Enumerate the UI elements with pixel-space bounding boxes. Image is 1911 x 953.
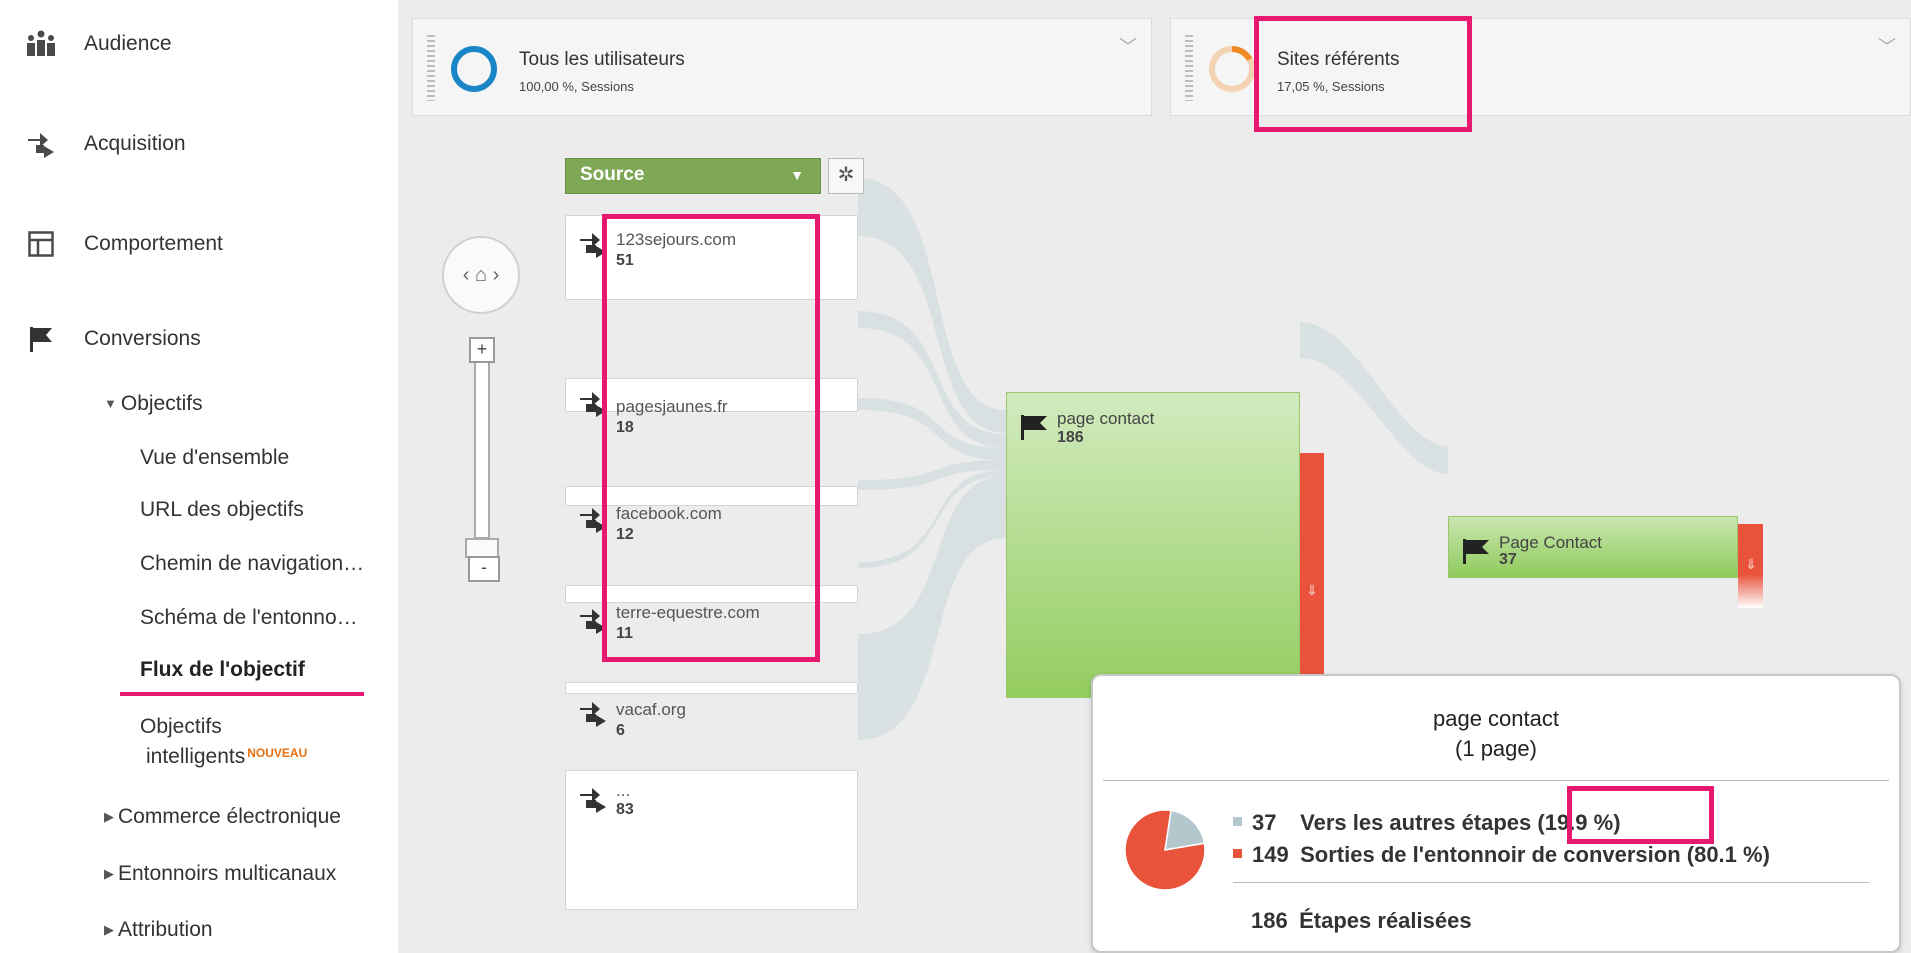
nav-entonnoirs-multicanaux[interactable]: ▶ Entonnoirs multicanaux xyxy=(104,862,336,886)
legend-swatch xyxy=(1233,849,1242,858)
nav-label: Conversions xyxy=(84,327,201,350)
segment-ring-icon xyxy=(451,46,497,92)
segment-subtitle: 100,00 %, Sessions xyxy=(519,79,634,94)
home-icon: ‹ ⌂ › xyxy=(462,264,500,286)
caret-down-icon: ▼ xyxy=(104,396,117,411)
tooltip-row: 37 Vers les autres étapes (19.9 %) xyxy=(1233,810,1621,836)
nav-commerce-electronique[interactable]: ▶ Commerce électronique xyxy=(104,805,341,829)
nav-label: Comportement xyxy=(84,232,223,255)
segment-card-all-users[interactable]: Tous les utilisateurs 100,00 %, Sessions… xyxy=(412,18,1152,116)
zoom-out-button[interactable]: - xyxy=(468,556,500,582)
chevron-down-icon[interactable]: ﹀ xyxy=(1878,33,1896,59)
caret-right-icon: ▶ xyxy=(104,809,114,824)
source-count: 6 xyxy=(616,722,625,739)
acquisition-icon xyxy=(580,788,606,813)
goal-step-count: 37 xyxy=(1499,551,1517,568)
flag-icon xyxy=(1463,539,1489,564)
chevron-down-icon[interactable]: ﹀ xyxy=(1119,33,1137,59)
tooltip-divider xyxy=(1103,780,1889,781)
settings-gear-button[interactable]: ✲ xyxy=(828,158,864,194)
source-node[interactable]: ... 83 xyxy=(565,770,858,910)
highlight-box xyxy=(1567,786,1714,844)
caret-right-icon: ▶ xyxy=(104,866,114,881)
nav-flux-objectif[interactable]: Flux de l'objectif xyxy=(140,658,305,682)
goal-step-count: 186 xyxy=(1057,429,1084,446)
nav-conversions[interactable]: Conversions xyxy=(0,309,398,369)
drag-grip[interactable] xyxy=(1185,35,1193,101)
drag-grip[interactable] xyxy=(427,35,435,101)
segment-title: Tous les utilisateurs xyxy=(519,49,685,70)
highlight-box xyxy=(1254,16,1472,132)
acquisition-icon xyxy=(580,702,606,727)
goal-step-name: page contact xyxy=(1057,409,1155,428)
pan-home-control[interactable]: ‹ ⌂ › xyxy=(442,236,520,314)
source-node[interactable]: vacaf.org 6 xyxy=(565,682,858,739)
goal-step-node[interactable]: page contact 186 xyxy=(1006,392,1300,698)
tooltip-divider xyxy=(1233,882,1869,883)
tooltip-title: page contact xyxy=(1433,706,1559,731)
nav-attribution[interactable]: ▶ Attribution xyxy=(104,918,213,942)
source-name: ... xyxy=(616,781,631,800)
flow-link xyxy=(858,476,1006,740)
flag-icon xyxy=(1021,415,1047,440)
nav-vue-ensemble[interactable]: Vue d'ensemble xyxy=(140,446,289,470)
behavior-icon xyxy=(26,229,56,259)
tooltip-subtitle: (1 page) xyxy=(1455,736,1537,761)
tooltip-pie-chart xyxy=(1124,809,1206,891)
tooltip-row: 149 Sorties de l'entonnoir de conversion… xyxy=(1233,842,1770,868)
gear-icon: ✲ xyxy=(837,164,855,186)
zoom-in-button[interactable]: + xyxy=(469,337,495,363)
sidebar: Audience Acquisition Comportement Conver… xyxy=(0,0,398,953)
dropdown-arrow-icon: ▼ xyxy=(790,167,804,183)
exit-arrow-icon: ⇓ xyxy=(1306,582,1318,598)
zoom-slider-handle[interactable] xyxy=(465,538,499,558)
nav-label: Acquisition xyxy=(84,132,186,155)
nav-chemin-navigation[interactable]: Chemin de navigation… xyxy=(140,552,364,576)
acquisition-icon xyxy=(26,129,56,159)
source-name: vacaf.org xyxy=(616,700,686,719)
legend-swatch xyxy=(1233,817,1242,826)
nav-objectifs-intelligents[interactable]: Objectifs intelligents NOUVEAU xyxy=(140,714,307,770)
exit-arrow-icon: ⇓ xyxy=(1745,556,1757,572)
caret-right-icon: ▶ xyxy=(104,922,114,937)
new-badge: NOUVEAU xyxy=(247,746,308,760)
exit-bar[interactable] xyxy=(1300,453,1324,698)
nav-audience[interactable]: Audience xyxy=(0,14,398,74)
flag-icon xyxy=(26,324,56,354)
flow-link xyxy=(1300,322,1448,474)
nav-acquisition[interactable]: Acquisition xyxy=(0,114,398,174)
nav-label: Audience xyxy=(84,32,172,55)
zoom-slider-track[interactable] xyxy=(474,363,490,539)
nav-url-objectifs[interactable]: URL des objectifs xyxy=(140,498,304,522)
tooltip-total: 186 Étapes réalisées xyxy=(1251,908,1472,933)
nav-objectifs[interactable]: ▼ Objectifs xyxy=(104,392,203,416)
step-tooltip: page contact (1 page) 37 Vers les autres… xyxy=(1091,674,1901,953)
highlight-box xyxy=(602,214,820,662)
dimension-select[interactable]: Source ▼ xyxy=(565,158,821,194)
flow-link xyxy=(858,178,1006,433)
goal-step-name: Page Contact xyxy=(1499,533,1603,552)
source-count: 83 xyxy=(616,801,634,818)
audience-icon xyxy=(26,29,56,59)
segment-ring-icon xyxy=(1209,46,1255,92)
nav-schema-entonnoir[interactable]: Schéma de l'entonno… xyxy=(140,606,358,630)
nav-comportement[interactable]: Comportement xyxy=(0,214,398,274)
active-underline xyxy=(120,692,364,696)
goal-step-node[interactable]: Page Contact 37 xyxy=(1448,516,1738,578)
